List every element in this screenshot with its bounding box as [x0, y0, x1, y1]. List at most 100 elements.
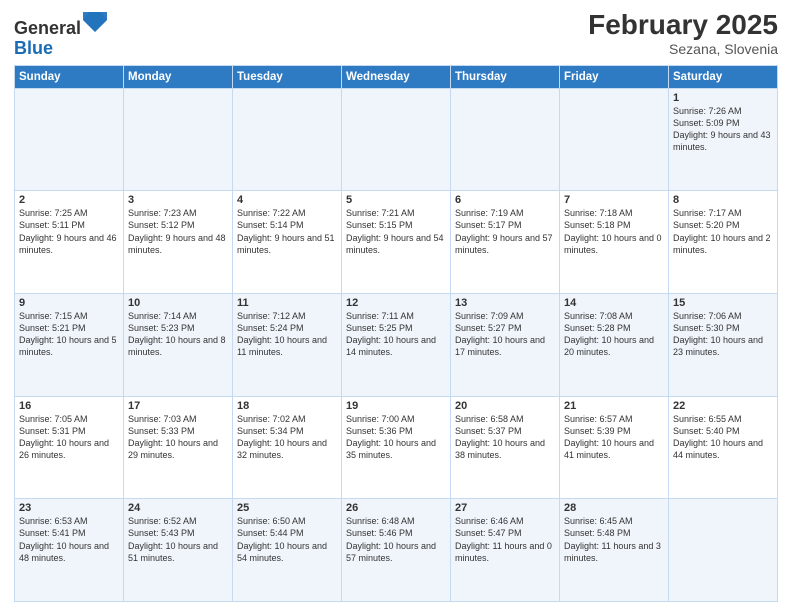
- calendar-cell: 22Sunrise: 6:55 AM Sunset: 5:40 PM Dayli…: [669, 396, 778, 499]
- calendar-cell: 26Sunrise: 6:48 AM Sunset: 5:46 PM Dayli…: [342, 499, 451, 602]
- day-number: 17: [128, 400, 228, 412]
- calendar-cell: 2Sunrise: 7:25 AM Sunset: 5:11 PM Daylig…: [15, 191, 124, 294]
- logo-icon: [83, 10, 107, 34]
- calendar-cell: [342, 88, 451, 191]
- day-info: Sunrise: 6:53 AM Sunset: 5:41 PM Dayligh…: [19, 515, 119, 564]
- calendar-cell: 10Sunrise: 7:14 AM Sunset: 5:23 PM Dayli…: [124, 293, 233, 396]
- calendar-cell: 7Sunrise: 7:18 AM Sunset: 5:18 PM Daylig…: [560, 191, 669, 294]
- day-number: 24: [128, 502, 228, 514]
- calendar-cell: 3Sunrise: 7:23 AM Sunset: 5:12 PM Daylig…: [124, 191, 233, 294]
- logo: General Blue: [14, 10, 107, 59]
- day-info: Sunrise: 6:55 AM Sunset: 5:40 PM Dayligh…: [673, 413, 773, 462]
- week-row-3: 9Sunrise: 7:15 AM Sunset: 5:21 PM Daylig…: [15, 293, 778, 396]
- calendar-cell: 6Sunrise: 7:19 AM Sunset: 5:17 PM Daylig…: [451, 191, 560, 294]
- day-number: 3: [128, 194, 228, 206]
- day-info: Sunrise: 7:12 AM Sunset: 5:24 PM Dayligh…: [237, 310, 337, 359]
- day-number: 4: [237, 194, 337, 206]
- day-number: 20: [455, 400, 555, 412]
- day-number: 21: [564, 400, 664, 412]
- calendar-cell: 19Sunrise: 7:00 AM Sunset: 5:36 PM Dayli…: [342, 396, 451, 499]
- week-row-5: 23Sunrise: 6:53 AM Sunset: 5:41 PM Dayli…: [15, 499, 778, 602]
- title-block: February 2025 Sezana, Slovenia: [588, 10, 778, 57]
- calendar-cell: [560, 88, 669, 191]
- day-number: 27: [455, 502, 555, 514]
- calendar-cell: 11Sunrise: 7:12 AM Sunset: 5:24 PM Dayli…: [233, 293, 342, 396]
- day-number: 9: [19, 297, 119, 309]
- day-number: 11: [237, 297, 337, 309]
- weekday-saturday: Saturday: [669, 65, 778, 88]
- calendar-cell: 15Sunrise: 7:06 AM Sunset: 5:30 PM Dayli…: [669, 293, 778, 396]
- day-info: Sunrise: 7:14 AM Sunset: 5:23 PM Dayligh…: [128, 310, 228, 359]
- weekday-tuesday: Tuesday: [233, 65, 342, 88]
- day-info: Sunrise: 7:26 AM Sunset: 5:09 PM Dayligh…: [673, 105, 773, 154]
- week-row-1: 1Sunrise: 7:26 AM Sunset: 5:09 PM Daylig…: [15, 88, 778, 191]
- calendar-cell: 4Sunrise: 7:22 AM Sunset: 5:14 PM Daylig…: [233, 191, 342, 294]
- day-info: Sunrise: 6:58 AM Sunset: 5:37 PM Dayligh…: [455, 413, 555, 462]
- week-row-2: 2Sunrise: 7:25 AM Sunset: 5:11 PM Daylig…: [15, 191, 778, 294]
- calendar-cell: 23Sunrise: 6:53 AM Sunset: 5:41 PM Dayli…: [15, 499, 124, 602]
- day-info: Sunrise: 6:48 AM Sunset: 5:46 PM Dayligh…: [346, 515, 446, 564]
- weekday-sunday: Sunday: [15, 65, 124, 88]
- calendar-cell: 20Sunrise: 6:58 AM Sunset: 5:37 PM Dayli…: [451, 396, 560, 499]
- weekday-monday: Monday: [124, 65, 233, 88]
- weekday-header-row: SundayMondayTuesdayWednesdayThursdayFrid…: [15, 65, 778, 88]
- day-number: 19: [346, 400, 446, 412]
- day-info: Sunrise: 7:03 AM Sunset: 5:33 PM Dayligh…: [128, 413, 228, 462]
- calendar-cell: 8Sunrise: 7:17 AM Sunset: 5:20 PM Daylig…: [669, 191, 778, 294]
- calendar-cell: 18Sunrise: 7:02 AM Sunset: 5:34 PM Dayli…: [233, 396, 342, 499]
- day-number: 22: [673, 400, 773, 412]
- day-info: Sunrise: 7:05 AM Sunset: 5:31 PM Dayligh…: [19, 413, 119, 462]
- day-number: 1: [673, 92, 773, 104]
- calendar-cell: 24Sunrise: 6:52 AM Sunset: 5:43 PM Dayli…: [124, 499, 233, 602]
- month-title: February 2025: [588, 10, 778, 41]
- day-info: Sunrise: 7:22 AM Sunset: 5:14 PM Dayligh…: [237, 207, 337, 256]
- weekday-friday: Friday: [560, 65, 669, 88]
- day-info: Sunrise: 6:57 AM Sunset: 5:39 PM Dayligh…: [564, 413, 664, 462]
- week-row-4: 16Sunrise: 7:05 AM Sunset: 5:31 PM Dayli…: [15, 396, 778, 499]
- calendar-cell: 1Sunrise: 7:26 AM Sunset: 5:09 PM Daylig…: [669, 88, 778, 191]
- calendar-cell: 17Sunrise: 7:03 AM Sunset: 5:33 PM Dayli…: [124, 396, 233, 499]
- day-number: 28: [564, 502, 664, 514]
- day-number: 8: [673, 194, 773, 206]
- day-info: Sunrise: 6:50 AM Sunset: 5:44 PM Dayligh…: [237, 515, 337, 564]
- day-info: Sunrise: 7:08 AM Sunset: 5:28 PM Dayligh…: [564, 310, 664, 359]
- day-number: 18: [237, 400, 337, 412]
- day-number: 2: [19, 194, 119, 206]
- calendar-cell: [451, 88, 560, 191]
- calendar-cell: 25Sunrise: 6:50 AM Sunset: 5:44 PM Dayli…: [233, 499, 342, 602]
- calendar-cell: [669, 499, 778, 602]
- calendar-cell: [124, 88, 233, 191]
- calendar-table: SundayMondayTuesdayWednesdayThursdayFrid…: [14, 65, 778, 602]
- day-info: Sunrise: 7:09 AM Sunset: 5:27 PM Dayligh…: [455, 310, 555, 359]
- day-number: 16: [19, 400, 119, 412]
- weekday-thursday: Thursday: [451, 65, 560, 88]
- calendar-cell: 5Sunrise: 7:21 AM Sunset: 5:15 PM Daylig…: [342, 191, 451, 294]
- day-info: Sunrise: 7:00 AM Sunset: 5:36 PM Dayligh…: [346, 413, 446, 462]
- weekday-wednesday: Wednesday: [342, 65, 451, 88]
- day-number: 15: [673, 297, 773, 309]
- day-info: Sunrise: 7:17 AM Sunset: 5:20 PM Dayligh…: [673, 207, 773, 256]
- day-info: Sunrise: 7:06 AM Sunset: 5:30 PM Dayligh…: [673, 310, 773, 359]
- day-number: 23: [19, 502, 119, 514]
- header: General Blue February 2025 Sezana, Slove…: [14, 10, 778, 59]
- day-number: 13: [455, 297, 555, 309]
- calendar-cell: [15, 88, 124, 191]
- day-number: 25: [237, 502, 337, 514]
- day-info: Sunrise: 7:15 AM Sunset: 5:21 PM Dayligh…: [19, 310, 119, 359]
- logo-blue-text: Blue: [14, 38, 53, 58]
- calendar-cell: 9Sunrise: 7:15 AM Sunset: 5:21 PM Daylig…: [15, 293, 124, 396]
- day-info: Sunrise: 6:46 AM Sunset: 5:47 PM Dayligh…: [455, 515, 555, 564]
- day-number: 14: [564, 297, 664, 309]
- calendar-cell: 13Sunrise: 7:09 AM Sunset: 5:27 PM Dayli…: [451, 293, 560, 396]
- day-info: Sunrise: 7:11 AM Sunset: 5:25 PM Dayligh…: [346, 310, 446, 359]
- day-number: 10: [128, 297, 228, 309]
- calendar-cell: 27Sunrise: 6:46 AM Sunset: 5:47 PM Dayli…: [451, 499, 560, 602]
- calendar-cell: [233, 88, 342, 191]
- calendar-cell: 16Sunrise: 7:05 AM Sunset: 5:31 PM Dayli…: [15, 396, 124, 499]
- day-info: Sunrise: 7:18 AM Sunset: 5:18 PM Dayligh…: [564, 207, 664, 256]
- day-number: 7: [564, 194, 664, 206]
- logo-general-text: General: [14, 18, 81, 38]
- calendar-cell: 12Sunrise: 7:11 AM Sunset: 5:25 PM Dayli…: [342, 293, 451, 396]
- day-number: 26: [346, 502, 446, 514]
- calendar-cell: 28Sunrise: 6:45 AM Sunset: 5:48 PM Dayli…: [560, 499, 669, 602]
